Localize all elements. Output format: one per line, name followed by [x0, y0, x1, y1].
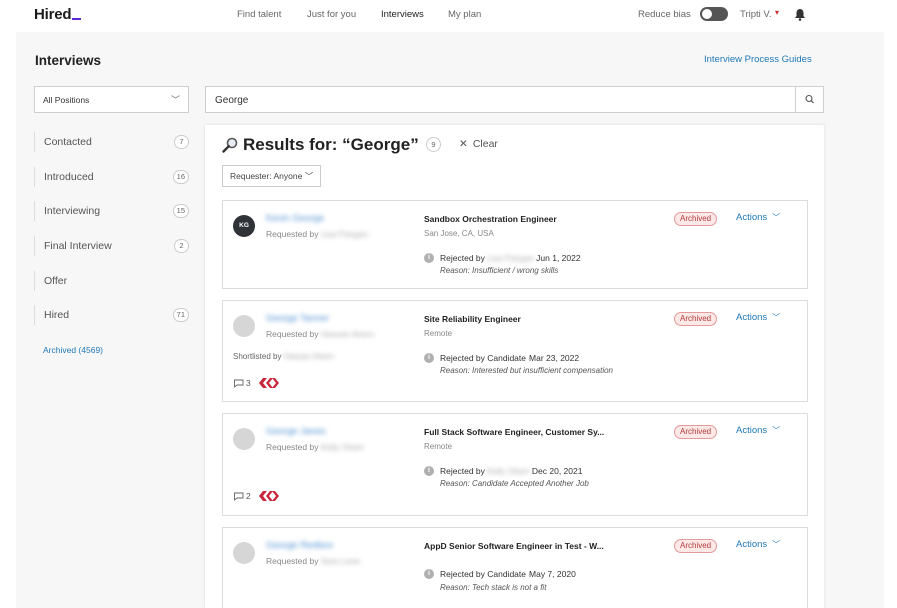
rejection-line: i Rejected by Candidate May 7, 2020 — [424, 569, 576, 579]
sidebar-item-final-interview[interactable]: Final Interview 2 — [34, 236, 194, 256]
hired-chevrons-icon — [258, 491, 279, 501]
actions-dropdown[interactable]: Actions ﹀ — [736, 425, 780, 436]
rejection-reason: Reason: Tech stack is not a fit — [440, 583, 547, 592]
notes-count[interactable]: 3 — [233, 377, 281, 389]
info-icon: i — [424, 466, 434, 476]
count-badge: 15 — [172, 204, 189, 218]
page-title: Interviews — [35, 53, 102, 68]
search-button[interactable] — [795, 87, 823, 112]
search-input[interactable] — [215, 93, 775, 107]
requester-filter[interactable]: Requester: Anyone ﹀ — [222, 165, 322, 187]
sidebar-item-introduced[interactable]: Introduced 16 — [34, 167, 194, 187]
status-badge: Archived — [674, 312, 718, 326]
avatar — [233, 542, 255, 564]
position-select[interactable]: All Positions ﹀ — [34, 86, 189, 113]
candidate-name[interactable]: George Redbox — [266, 540, 333, 551]
count-badge: 7 — [174, 135, 189, 149]
note-icon — [234, 379, 244, 388]
actions-dropdown[interactable]: Actions ﹀ — [736, 212, 780, 223]
requested-by: Requested by Hassan Ahern — [266, 329, 375, 339]
candidate-card: George Redbox Requested by Sara Lane App… — [222, 527, 808, 608]
job-location: San Jose, CA, USA — [424, 229, 494, 238]
sidebar-item-archived[interactable]: Archived (4569) — [43, 345, 103, 355]
hired-chevrons-icon — [258, 378, 279, 388]
user-menu[interactable]: Tripti V. — [740, 9, 772, 20]
rejection-line: i Rejected by Kelly Olsen Dec 20, 2021 — [424, 466, 582, 476]
status-badge: Archived — [674, 425, 718, 439]
count-badge: 2 — [174, 239, 189, 253]
reduce-bias-toggle[interactable] — [700, 7, 728, 21]
chevron-down-icon: ﹀ — [772, 213, 781, 222]
chevron-down-icon: ﹀ — [772, 313, 781, 322]
nav-my-plan[interactable]: My plan — [448, 9, 481, 20]
info-icon: i — [424, 353, 434, 363]
rejection-line: i Rejected by Lisa Pangan Jun 1, 2022 — [424, 253, 581, 263]
sidebar-item-contacted[interactable]: Contacted 7 — [34, 132, 194, 152]
sidebar-item-interviewing[interactable]: Interviewing 15 — [34, 201, 194, 221]
requested-by: Requested by Lisa Pangan — [266, 229, 369, 239]
candidate-name[interactable]: Kevin George — [266, 213, 324, 224]
results-panel: Results for: “George” 9 ✕ Clear Requester… — [205, 125, 824, 608]
chevron-down-icon: ﹀ — [772, 540, 781, 549]
count-badge: 71 — [172, 308, 189, 322]
search-box — [205, 86, 824, 113]
rejection-reason: Reason: Interested but insufficient comp… — [440, 366, 613, 375]
count-badge: 16 — [172, 170, 189, 184]
nav-interviews[interactable]: Interviews — [381, 9, 424, 20]
bell-icon[interactable] — [794, 8, 806, 21]
job-title: AppD Senior Software Engineer in Test - … — [424, 541, 604, 551]
requested-by: Requested by Sara Lane — [266, 556, 361, 566]
note-icon — [234, 492, 244, 501]
job-title: Full Stack Software Engineer, Customer S… — [424, 427, 605, 437]
job-title: Sandbox Orchestration Engineer — [424, 214, 557, 224]
requested-by: Requested by Kelly Olsen — [266, 442, 364, 452]
results-title: Results for: “George” — [243, 135, 419, 154]
actions-dropdown[interactable]: Actions ﹀ — [736, 539, 780, 550]
close-icon: ✕ — [459, 138, 468, 150]
chevron-down-icon: ﹀ — [170, 95, 180, 105]
shortlisted-by: Shortlisted by Hassan Ahern — [233, 352, 334, 361]
reduce-bias-label: Reduce bias — [638, 9, 691, 20]
chevron-down-icon: ﹀ — [304, 171, 314, 181]
actions-dropdown[interactable]: Actions ﹀ — [736, 312, 780, 323]
status-badge: Archived — [674, 212, 718, 226]
interview-guides-link[interactable]: Interview Process Guides — [704, 54, 812, 65]
top-nav: Hired Find talent Just for you Interview… — [0, 0, 897, 30]
candidate-name[interactable]: George Janes — [266, 426, 326, 437]
rejection-reason: Reason: Candidate Accepted Another Job — [440, 479, 589, 488]
nav-just-for-you[interactable]: Just for you — [307, 9, 356, 20]
position-select-value: All Positions — [43, 95, 90, 105]
candidate-name[interactable]: George Tanner — [266, 313, 329, 324]
rejection-reason: Reason: Insufficient / wrong skills — [440, 266, 559, 275]
job-title: Site Reliability Engineer — [424, 314, 521, 324]
avatar — [233, 428, 255, 450]
nav-find-talent[interactable]: Find talent — [237, 9, 281, 20]
candidate-card: George Tanner Requested by Hassan Ahern … — [222, 300, 808, 402]
clear-button[interactable]: ✕ Clear — [459, 138, 498, 150]
rejection-line: i Rejected by Candidate Mar 23, 2022 — [424, 353, 579, 363]
candidate-card: KG Kevin George Requested by Lisa Pangan… — [222, 200, 808, 289]
search-icon — [805, 94, 814, 104]
chevron-down-icon: ﹀ — [772, 426, 781, 435]
notes-count[interactable]: 2 — [233, 490, 281, 502]
job-location: Remote — [424, 442, 453, 451]
info-icon: i — [424, 569, 434, 579]
info-icon: i — [424, 253, 434, 263]
chevron-down-icon[interactable]: ▾ — [775, 8, 779, 17]
avatar — [233, 315, 255, 337]
sidebar-item-hired[interactable]: Hired 71 — [34, 305, 194, 325]
results-count: 9 — [426, 137, 441, 152]
logo[interactable]: Hired — [34, 6, 82, 23]
magnifier-icon — [222, 137, 238, 153]
status-badge: Archived — [674, 539, 718, 553]
job-location: Remote — [424, 329, 453, 338]
sidebar-item-offer[interactable]: Offer — [34, 271, 194, 291]
candidate-card: George Janes Requested by Kelly Olsen 2 … — [222, 413, 808, 516]
avatar: KG — [233, 215, 255, 237]
